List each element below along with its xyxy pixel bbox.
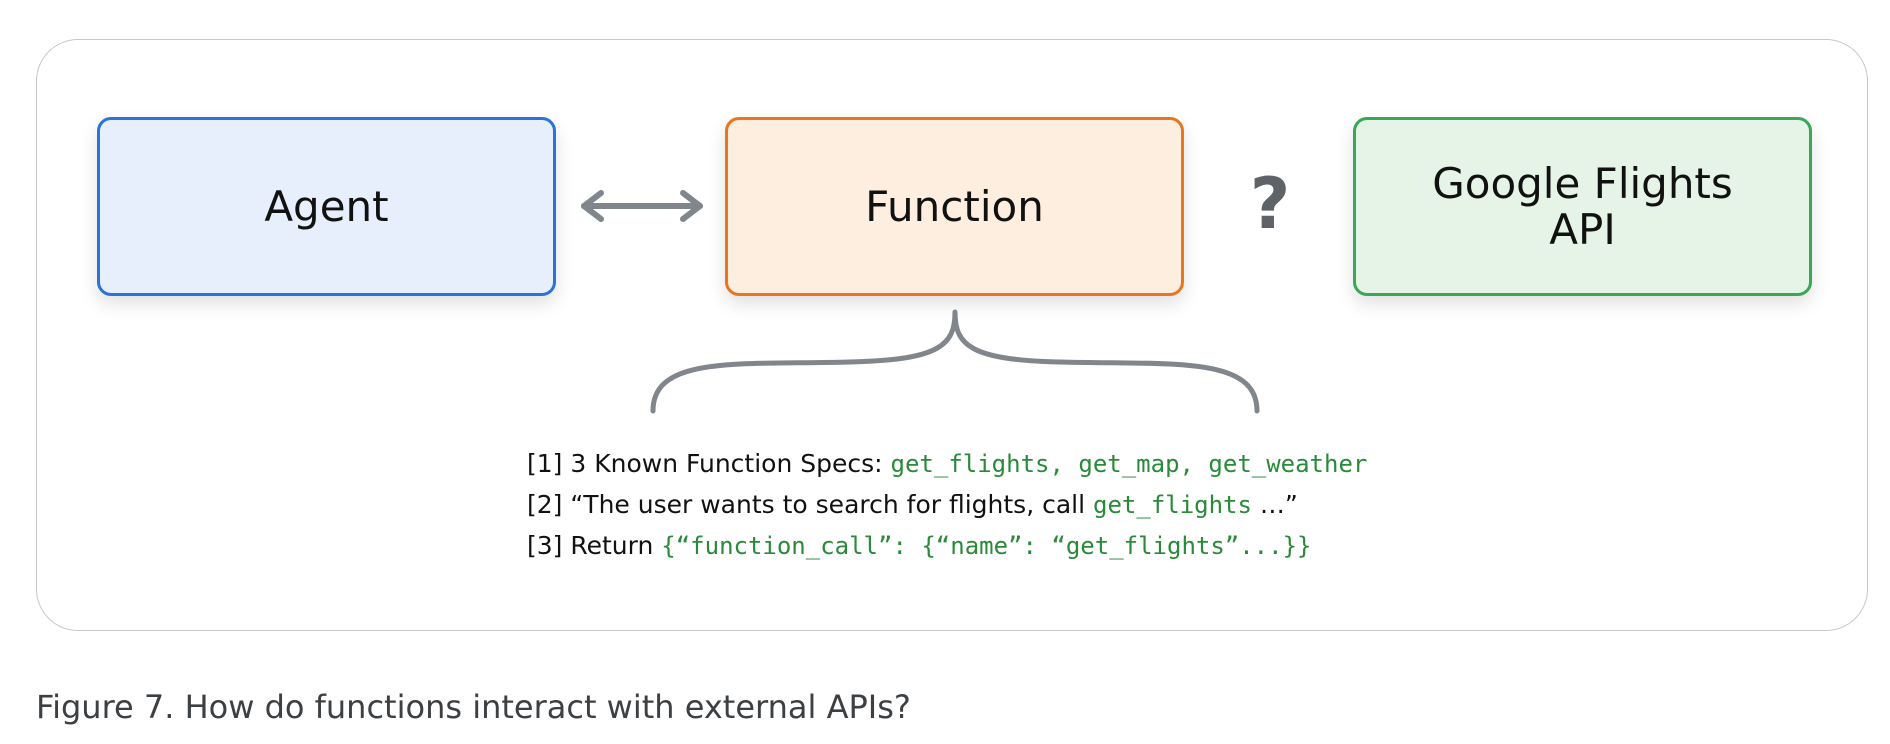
note-2-suffix: …” bbox=[1251, 490, 1298, 519]
note-item-3: [3] Return {“function_call”: {“name”: “g… bbox=[527, 531, 1367, 572]
figure-caption: Figure 7. How do functions interact with… bbox=[36, 688, 911, 726]
note-1-text: [1] 3 Known Function Specs: bbox=[527, 449, 891, 478]
note-3-text: [3] Return bbox=[527, 531, 662, 560]
google-flights-api-label: Google Flights API bbox=[1432, 158, 1733, 254]
note-2-text: [2] “The user wants to search for flight… bbox=[527, 490, 1094, 519]
agent-box: Agent bbox=[97, 117, 556, 296]
note-3-code: {“function_call”: {“name”: “get_flights”… bbox=[661, 532, 1312, 560]
function-box: Function bbox=[725, 117, 1184, 296]
google-flights-api-box: Google Flights API bbox=[1353, 117, 1812, 296]
note-item-2: [2] “The user wants to search for flight… bbox=[527, 490, 1367, 531]
question-mark-icon: ? bbox=[1249, 163, 1291, 245]
function-notes: [1] 3 Known Function Specs: get_flights,… bbox=[527, 449, 1367, 572]
note-1-code: get_flights, get_map, get_weather bbox=[890, 450, 1368, 478]
agent-label: Agent bbox=[264, 181, 389, 231]
note-2-code: get_flights bbox=[1093, 491, 1252, 519]
note-item-1: [1] 3 Known Function Specs: get_flights,… bbox=[527, 449, 1367, 490]
function-label: Function bbox=[865, 181, 1044, 231]
